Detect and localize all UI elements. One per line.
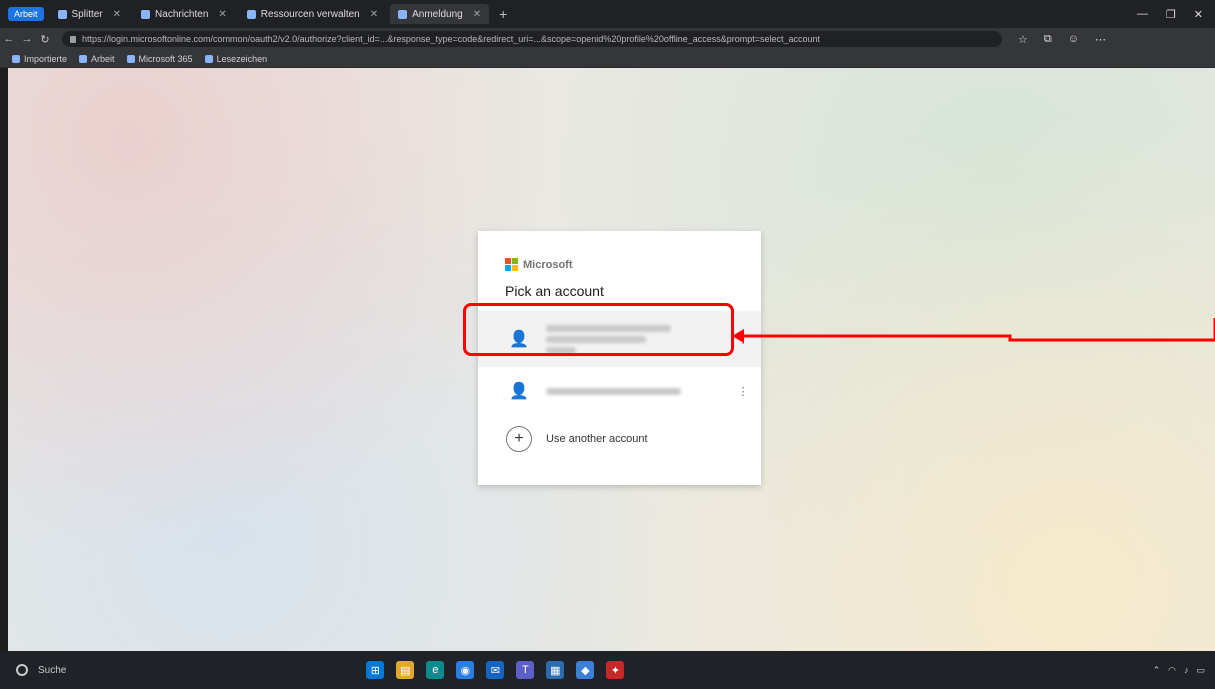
browser-toolbar: ← → ↻ https://login.microsoftonline.com/… xyxy=(0,28,1215,50)
microsoft-logo-icon xyxy=(505,258,518,271)
lock-icon xyxy=(70,35,76,43)
windows-start-icon[interactable]: ⊞ xyxy=(366,661,385,679)
tab-favicon-icon xyxy=(246,9,256,19)
user-account-icon: 👤 xyxy=(509,383,529,400)
maximize-icon[interactable]: ❐ xyxy=(1166,8,1176,21)
use-another-account-label: Use another account xyxy=(546,433,648,445)
tab-ressourcen[interactable]: Ressourcen verwalten ✕ xyxy=(239,4,386,24)
arrow-line xyxy=(742,318,1215,342)
search-label: Suche xyxy=(38,664,67,676)
chrome-icon[interactable]: ◉ xyxy=(456,661,475,679)
forward-icon[interactable]: → xyxy=(18,33,36,45)
search-icon xyxy=(16,664,28,676)
account-details-redacted xyxy=(546,384,733,399)
use-another-account-button[interactable]: + Use another account xyxy=(478,417,761,461)
logo-square-blue xyxy=(505,265,511,271)
app-icon[interactable]: ◆ xyxy=(576,661,595,679)
folder-icon xyxy=(204,54,213,63)
tab-strip: Arbeit Splitter ✕ Nachrichten ✕ Ressourc… xyxy=(0,0,1215,28)
tab-label: Ressourcen verwalten xyxy=(260,8,360,20)
add-icon: + xyxy=(506,426,532,452)
logo-square-yellow xyxy=(512,265,518,271)
network-icon[interactable]: ◠ xyxy=(1168,665,1176,676)
more-options-icon[interactable]: ⋮ xyxy=(733,385,753,398)
chevron-up-icon[interactable]: ⌃ xyxy=(1153,665,1161,676)
tab-splitter[interactable]: Splitter ✕ xyxy=(50,4,130,24)
tab-favicon-icon xyxy=(398,9,408,19)
bookmarks-bar: Importierte Arbeit Microsoft 365 Lesezei… xyxy=(0,50,1215,68)
annotation-arrow xyxy=(732,318,1215,343)
folder-icon xyxy=(126,54,135,63)
logo-square-green xyxy=(512,258,518,264)
folder-icon xyxy=(79,54,88,63)
tab-label: Nachrichten xyxy=(155,8,209,20)
annotation-highlight-box xyxy=(463,303,734,356)
reload-icon[interactable]: ↻ xyxy=(36,33,54,46)
tab-label: Anmeldung xyxy=(412,8,463,20)
tab-label: Splitter xyxy=(71,8,103,20)
account-item[interactable]: 👤 ⋮ xyxy=(478,367,761,415)
store-icon[interactable]: ▦ xyxy=(546,661,565,679)
menu-icon[interactable]: ⋯ xyxy=(1095,33,1106,46)
favorite-icon[interactable]: ☆ xyxy=(1018,33,1028,46)
microsoft-logo: Microsoft xyxy=(505,258,573,271)
redacted-email xyxy=(546,387,681,395)
new-tab-button[interactable]: + xyxy=(499,6,507,22)
file-explorer-icon[interactable]: ▤ xyxy=(396,661,415,679)
pinned-apps: ⊞ ▤ e ◉ ✉ T ▦ ◆ ✦ xyxy=(366,661,625,679)
page-title: Pick an account xyxy=(505,283,604,299)
toolbar-icons: ☆ ⧉ ☺ ⋯ xyxy=(1018,33,1106,46)
extensions-icon[interactable]: ⧉ xyxy=(1044,33,1052,46)
profile-icon[interactable]: ☺ xyxy=(1068,33,1079,46)
folder-icon xyxy=(12,54,20,63)
tab-nachrichten[interactable]: Nachrichten ✕ xyxy=(133,4,235,24)
back-icon[interactable]: ← xyxy=(0,33,18,45)
tab-favicon-icon xyxy=(141,9,151,19)
volume-icon[interactable]: ♪ xyxy=(1184,665,1189,675)
close-window-icon[interactable]: ✕ xyxy=(1194,8,1203,21)
brand-name: Microsoft xyxy=(523,258,573,271)
app-icon[interactable]: ✦ xyxy=(606,661,625,679)
edge-icon[interactable]: e xyxy=(426,661,445,679)
window-controls: — ❐ ✕ xyxy=(1137,8,1215,21)
bookmark-item[interactable]: Importierte xyxy=(12,54,67,64)
signin-card: Microsoft Pick an account 👤 ⋮ 👤 ⋮ + Use … xyxy=(478,231,761,485)
close-icon[interactable]: ✕ xyxy=(218,9,226,20)
address-bar[interactable]: https://login.microsoftonline.com/common… xyxy=(62,31,1002,47)
bookmark-item[interactable]: Arbeit xyxy=(79,54,115,64)
minimize-icon[interactable]: — xyxy=(1137,8,1148,21)
clock[interactable]: ▭ xyxy=(1196,665,1205,676)
close-icon[interactable]: ✕ xyxy=(113,9,121,20)
close-icon[interactable]: ✕ xyxy=(370,9,378,20)
logo-square-red xyxy=(505,258,511,264)
close-icon[interactable]: ✕ xyxy=(473,9,481,20)
bookmark-item[interactable]: Lesezeichen xyxy=(204,54,267,64)
url-text: https://login.microsoftonline.com/common… xyxy=(82,34,821,44)
taskbar: Suche ⊞ ▤ e ◉ ✉ T ▦ ◆ ✦ ⌃ ◠ ♪ ▭ xyxy=(0,651,1215,689)
taskbar-search[interactable]: Suche xyxy=(16,664,66,676)
mail-icon[interactable]: ✉ xyxy=(486,661,505,679)
teams-icon[interactable]: T xyxy=(516,661,535,679)
system-tray: ⌃ ◠ ♪ ▭ xyxy=(1153,665,1215,676)
tab-anmeldung[interactable]: Anmeldung ✕ xyxy=(390,4,490,24)
bookmark-item[interactable]: Microsoft 365 xyxy=(126,54,193,64)
workspace-chip[interactable]: Arbeit xyxy=(8,7,44,21)
tab-favicon-icon xyxy=(57,9,67,19)
arrowhead-icon xyxy=(732,329,744,343)
